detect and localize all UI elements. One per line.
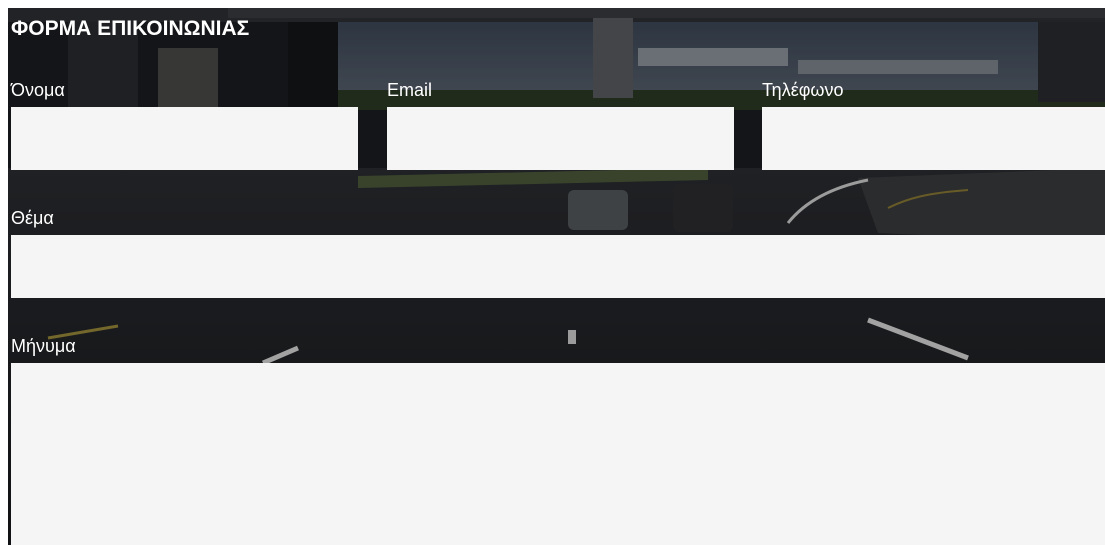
page: ΦΟΡΜΑ ΕΠΙΚΟΙΝΩΝΙΑΣ Όνομα Email Τηλέφωνο …: [0, 0, 1105, 545]
email-input[interactable]: [387, 107, 734, 170]
phone-input[interactable]: [762, 107, 1105, 170]
phone-label: Τηλέφωνο: [762, 80, 844, 100]
name-input[interactable]: [11, 107, 358, 170]
subject-input[interactable]: [11, 235, 1105, 298]
subject-label: Θέμα: [11, 208, 54, 228]
form-title: ΦΟΡΜΑ ΕΠΙΚΟΙΝΩΝΙΑΣ: [11, 17, 250, 40]
contact-form: ΦΟΡΜΑ ΕΠΙΚΟΙΝΩΝΙΑΣ Όνομα Email Τηλέφωνο …: [8, 8, 1105, 545]
message-textarea[interactable]: [11, 363, 1105, 545]
message-label: Μήνυμα: [11, 336, 76, 356]
email-label: Email: [387, 80, 433, 100]
name-label: Όνομα: [11, 80, 65, 100]
